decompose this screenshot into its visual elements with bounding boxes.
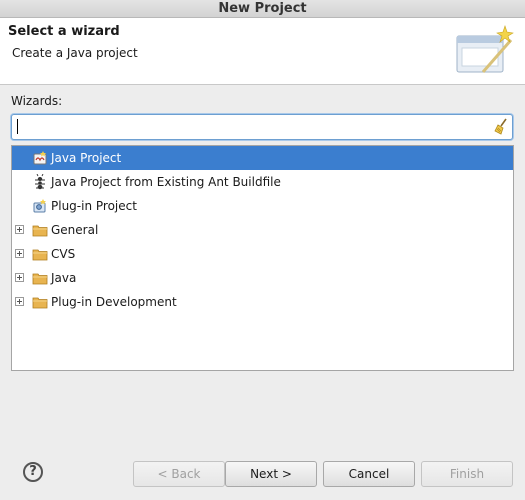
tree-item-label: CVS bbox=[51, 247, 76, 261]
tree-category-java[interactable]: Java bbox=[12, 266, 513, 290]
tree-item-label: Java Project from Existing Ant Buildfile bbox=[51, 175, 281, 189]
folder-icon bbox=[32, 225, 48, 237]
wizard-tree[interactable]: Java Project Java Project from Existing … bbox=[11, 145, 514, 371]
help-button[interactable]: ? bbox=[23, 462, 43, 482]
wizards-label: Wizards: bbox=[11, 94, 63, 108]
folder-icon bbox=[32, 297, 48, 309]
wizard-filter-field[interactable] bbox=[11, 114, 513, 140]
wizard-header: Select a wizard Create a Java project bbox=[0, 18, 525, 85]
ant-icon bbox=[35, 174, 45, 190]
tree-item-label: Plug-in Development bbox=[51, 295, 177, 309]
expand-icon[interactable] bbox=[15, 225, 24, 234]
header-description: Create a Java project bbox=[12, 46, 138, 60]
next-button[interactable]: Next > bbox=[225, 461, 317, 487]
tree-item-label: Java Project bbox=[51, 151, 122, 165]
java-project-icon bbox=[33, 151, 47, 165]
cancel-button[interactable]: Cancel bbox=[323, 461, 415, 487]
folder-icon bbox=[32, 249, 48, 261]
tree-item-plugin-project[interactable]: Plug-in Project bbox=[12, 194, 513, 218]
wizard-filter-input[interactable] bbox=[16, 118, 476, 134]
tree-item-label: Plug-in Project bbox=[51, 199, 137, 213]
back-button[interactable]: < Back bbox=[133, 461, 225, 487]
new-wizard-banner-icon bbox=[456, 25, 514, 73]
expand-icon[interactable] bbox=[15, 297, 24, 306]
finish-button[interactable]: Finish bbox=[421, 461, 513, 487]
tree-category-plugin-development[interactable]: Plug-in Development bbox=[12, 290, 513, 314]
text-caret bbox=[17, 119, 18, 134]
header-title: Select a wizard bbox=[8, 24, 120, 39]
tree-item-ant-project[interactable]: Java Project from Existing Ant Buildfile bbox=[12, 170, 513, 194]
clear-filter-broom-icon[interactable] bbox=[492, 117, 510, 135]
expand-icon[interactable] bbox=[15, 249, 24, 258]
tree-item-label: General bbox=[51, 223, 99, 237]
window-title: New Project bbox=[0, 0, 525, 18]
tree-item-label: Java bbox=[51, 271, 77, 285]
plugin-project-icon bbox=[33, 199, 46, 213]
tree-category-general[interactable]: General bbox=[12, 218, 513, 242]
folder-icon bbox=[32, 273, 48, 285]
tree-item-java-project[interactable]: Java Project bbox=[12, 146, 513, 170]
expand-icon[interactable] bbox=[15, 273, 24, 282]
tree-category-cvs[interactable]: CVS bbox=[12, 242, 513, 266]
